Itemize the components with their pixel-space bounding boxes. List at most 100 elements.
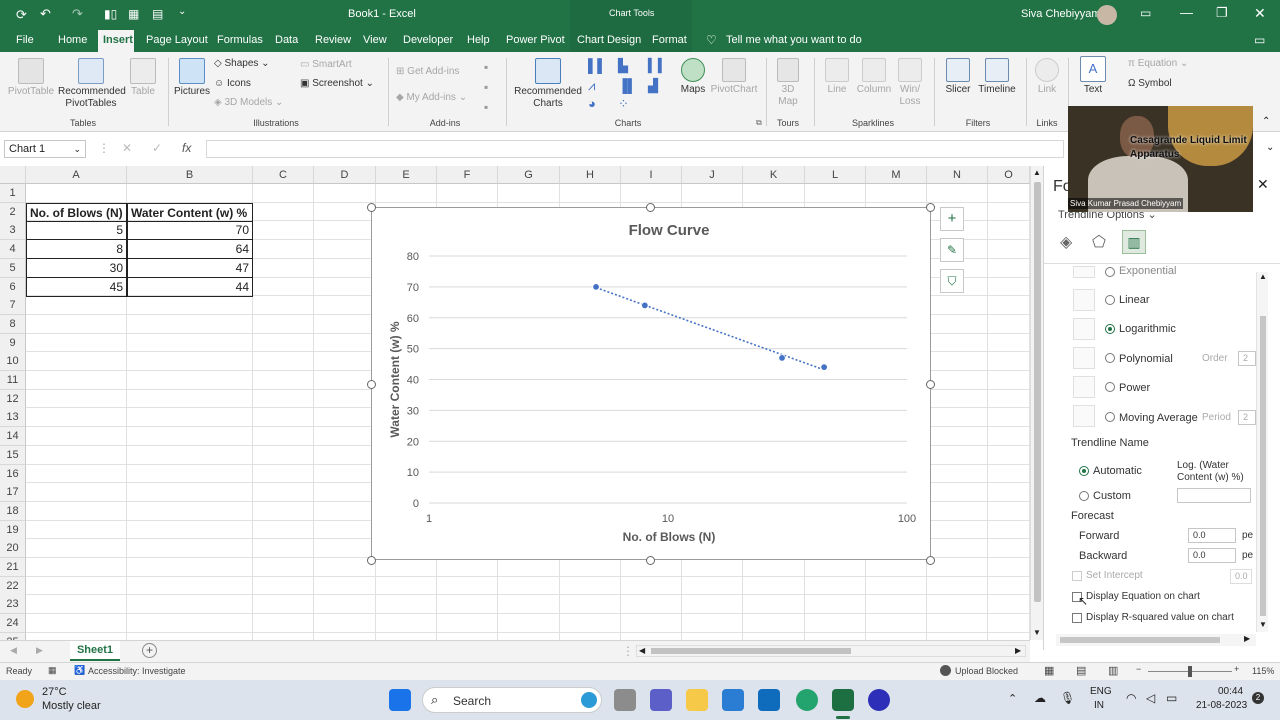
maps-button[interactable]: Maps [676, 58, 710, 96]
select-all-corner[interactable] [0, 166, 26, 184]
row-header[interactable]: 16 [0, 464, 26, 484]
radio-automatic[interactable] [1079, 466, 1089, 476]
table-header-cell[interactable]: No. of Blows (N) [26, 202, 127, 222]
store-app-icon[interactable] [722, 689, 744, 711]
table-cell[interactable]: 70 [127, 221, 253, 241]
row-header[interactable]: 17 [0, 483, 26, 503]
battery-icon[interactable]: ▭ [1166, 691, 1177, 705]
row-header[interactable]: 5 [0, 258, 26, 278]
resize-handle-se[interactable] [926, 556, 935, 565]
3d-models-button[interactable]: ◈ 3D Models ⌄ [214, 97, 294, 109]
name-box-dropdown-icon[interactable]: ⌄ [73, 141, 81, 157]
add-sheet-icon[interactable]: + [142, 643, 157, 658]
taskbar-search[interactable]: ⌕ Search [422, 687, 602, 713]
task-view-icon[interactable] [614, 689, 636, 711]
row-header[interactable]: 24 [0, 614, 26, 634]
avatar[interactable] [1097, 5, 1117, 25]
column-header[interactable]: K [743, 166, 805, 184]
tab-file[interactable]: File [16, 34, 34, 46]
normal-view-icon[interactable]: ▦ [1044, 664, 1054, 677]
row-header[interactable]: 20 [0, 539, 26, 559]
upload-status[interactable]: Upload Blocked [955, 666, 1018, 676]
customize-qat-icon[interactable]: ⌄ [178, 6, 186, 17]
zoom-in-icon[interactable]: + [1234, 664, 1239, 674]
chart-elements-button[interactable]: + [940, 207, 964, 231]
wifi-icon[interactable]: ◠ [1126, 691, 1136, 705]
tab-formulas[interactable]: Formulas [217, 34, 263, 46]
symbol-button[interactable]: Ω Symbol [1128, 78, 1208, 90]
column-header[interactable]: M [866, 166, 927, 184]
tab-format[interactable]: Format [652, 34, 687, 46]
row-header[interactable]: 18 [0, 501, 26, 521]
row-header[interactable]: 3 [0, 221, 26, 241]
table-header-cell[interactable]: Water Content (w) % [127, 202, 253, 222]
pane-close-icon[interactable]: ✕ [1257, 176, 1269, 193]
pictures-button[interactable]: Pictures [172, 58, 212, 98]
scroll-down-icon[interactable]: ▼ [1033, 628, 1041, 637]
tell-me-search[interactable]: Tell me what you want to do [726, 34, 862, 46]
user-name[interactable]: Siva Chebiyyam [1021, 8, 1100, 20]
statistic-chart-icon[interactable]: ▍▍ [648, 58, 668, 74]
get-add-ins-button[interactable]: ⊞ Get Add-ins [396, 66, 486, 78]
column-header[interactable]: O [988, 166, 1030, 184]
table-cell[interactable]: 8 [26, 240, 127, 260]
tab-insert[interactable]: Insert [103, 34, 133, 46]
table-cell[interactable]: 47 [127, 258, 253, 278]
radio-custom[interactable] [1079, 491, 1089, 501]
comments-icon[interactable]: ▭ [1254, 33, 1265, 47]
table-cell[interactable]: 44 [127, 277, 253, 297]
table-icon[interactable]: ▦ [128, 7, 139, 21]
table-cell[interactable]: 5 [26, 221, 127, 241]
chat-icon[interactable] [650, 689, 672, 711]
recommended-charts-button[interactable]: Recommended Charts [512, 58, 584, 110]
line-chart-icon[interactable]: ⩘ [588, 78, 595, 94]
radio-power[interactable] [1105, 382, 1115, 392]
column-header[interactable]: A [26, 166, 127, 184]
resize-handle-e[interactable] [926, 380, 935, 389]
quick-access-icon[interactable]: ▤ [152, 7, 163, 21]
resize-handle-ne[interactable] [926, 203, 935, 212]
shapes-button[interactable]: ◇ Shapes ⌄ [214, 58, 274, 70]
column-header[interactable]: J [682, 166, 743, 184]
pivotchart-button[interactable]: PivotChart [710, 58, 758, 96]
sheet-tab-sheet1[interactable]: Sheet1 [70, 641, 120, 661]
name-box[interactable]: Chart 1 ⌄ [4, 140, 86, 158]
clock-date[interactable]: 21-08-2023 [1196, 700, 1247, 711]
screenshot-button[interactable]: ▣ Screenshot ⌄ [300, 78, 380, 90]
tab-chart-design[interactable]: Chart Design [577, 34, 641, 46]
notification-badge[interactable]: 2 [1252, 692, 1264, 704]
row-header[interactable]: 2 [0, 202, 26, 222]
row-header[interactable]: 13 [0, 408, 26, 428]
undo-icon[interactable]: ↶ [40, 6, 51, 22]
resize-handle-s[interactable] [646, 556, 655, 565]
excel-app-icon[interactable] [832, 689, 854, 711]
redo-icon[interactable]: ↷ [72, 6, 83, 22]
accessibility-icon[interactable]: ♿ [74, 665, 85, 676]
table-cell[interactable]: 45 [26, 277, 127, 297]
row-header[interactable]: 4 [0, 240, 26, 260]
charts-dialog-launcher-icon[interactable]: ⧉ [756, 118, 762, 128]
pane-scroll-thumb[interactable] [1260, 316, 1266, 616]
my-add-ins-button[interactable]: ◆ My Add-ins ⌄ [396, 92, 486, 104]
chart-styles-button[interactable]: ✎ [940, 238, 964, 262]
radio-exponential[interactable] [1105, 267, 1115, 277]
custom-name-input[interactable] [1177, 488, 1251, 503]
zoom-app-icon[interactable] [868, 689, 890, 711]
recommended-pivottables-button[interactable]: Recommended PivotTables [58, 58, 126, 110]
radio-moving-average[interactable] [1105, 412, 1115, 422]
page-break-view-icon[interactable]: ▥ [1108, 664, 1118, 677]
column-header[interactable]: E [376, 166, 437, 184]
row-header[interactable]: 1 [0, 184, 26, 203]
resize-handle-w[interactable] [367, 380, 376, 389]
tab-data[interactable]: Data [275, 34, 298, 46]
addin-visio-icon[interactable]: ▪ [484, 100, 488, 114]
trendline-options-icon[interactable]: ▥ [1122, 230, 1146, 254]
row-header[interactable]: 14 [0, 427, 26, 447]
scatter-chart-icon[interactable]: ⁘ [618, 96, 629, 112]
volume-icon[interactable]: ◁ [1146, 691, 1155, 705]
chart-filters-button[interactable]: ⛉ [940, 269, 964, 293]
tab-developer[interactable]: Developer [403, 34, 453, 46]
set-intercept-checkbox[interactable] [1072, 571, 1082, 581]
pane-scroll-up-icon[interactable]: ▲ [1259, 272, 1267, 281]
intercept-input[interactable]: 0.0 [1230, 569, 1252, 584]
